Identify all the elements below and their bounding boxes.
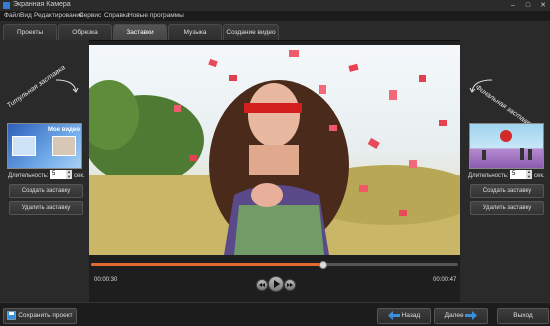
intro-create-button[interactable]: Создать заставку [9,184,83,198]
bottom-bar: Сохранить проект Назад Далее Выход [0,302,550,326]
arrow-right-icon [465,310,478,320]
play-button[interactable] [268,276,284,292]
intro-thumb-text: Мое видео [48,127,80,133]
rewind-button[interactable] [256,279,268,291]
window-title: Экранная Камера [13,1,71,8]
intro-thumbnail[interactable]: Мое видео [7,123,82,169]
tab-trim[interactable]: Обрезка [58,24,112,40]
exit-button[interactable]: Выход [497,308,549,324]
outro-duration-spinner[interactable]: ▲ ▼ [526,169,532,179]
curved-arrow-icon [469,79,493,93]
save-project-button[interactable]: Сохранить проект [3,308,77,324]
outro-duration-unit: сек. [534,173,545,179]
menu-file[interactable]: Файл [4,12,20,19]
outro-create-button[interactable]: Создать заставку [470,184,544,198]
rewind-icon [259,283,265,287]
timeline-track[interactable] [91,261,458,269]
menu-service[interactable]: Сервис [79,12,101,19]
player-controls: 00:00:30 00:00:47 [89,255,460,302]
video-frame [89,45,460,255]
outro-panel: Финальная заставка Длительность: 5 ▲ ▼ се… [460,40,550,302]
intro-duration-unit: сек. [74,173,85,179]
next-button[interactable]: Далее [434,308,488,324]
close-icon[interactable]: ✕ [536,0,550,11]
arrow-left-icon [387,310,400,320]
save-project-label: Сохранить проект [18,312,73,319]
back-button[interactable]: Назад [377,308,431,324]
curved-arrow-icon [55,79,79,93]
intro-panel: Титульная заставка Мое видео Длительност… [0,40,89,302]
minimize-icon[interactable]: – [506,0,520,11]
total-time: 00:00:47 [433,277,457,283]
tab-projects[interactable]: Проекты [3,24,57,40]
title-bar: Экранная Камера – □ ✕ [0,0,550,11]
menu-view[interactable]: Вид [20,12,32,19]
maximize-icon[interactable]: □ [521,0,535,11]
tabs-bar: Проекты Обрезка Заставки Музыка Создание… [0,21,550,41]
menu-bar: Файл Вид Редактирование Сервис Справка Н… [0,11,550,21]
outro-duration-label: Длительность: [468,173,509,179]
intro-duration-label: Длительность: [8,173,49,179]
outro-thumbnail[interactable] [469,123,544,169]
next-label: Далее [444,312,464,319]
intro-duration-spinner[interactable]: ▲ ▼ [66,169,72,179]
forward-button[interactable] [284,279,296,291]
current-time: 00:00:30 [94,277,118,283]
tab-create-video[interactable]: Создание видео [223,24,279,40]
tab-music[interactable]: Музыка [168,24,222,40]
menu-edit[interactable]: Редактирование [34,12,84,19]
menu-new-programs[interactable]: Новые программы [128,12,184,19]
save-icon [7,311,17,320]
tab-intros[interactable]: Заставки [113,24,167,40]
back-label: Назад [401,312,421,319]
outro-delete-button[interactable]: Удалить заставку [470,201,544,215]
play-icon [274,280,280,288]
video-preview[interactable] [89,45,460,255]
timeline-progress [91,263,323,266]
menu-help[interactable]: Справка [104,12,130,19]
intro-delete-button[interactable]: Удалить заставку [9,201,83,215]
timeline-handle[interactable] [319,261,328,269]
forward-icon [287,283,293,287]
app-icon [3,2,10,9]
